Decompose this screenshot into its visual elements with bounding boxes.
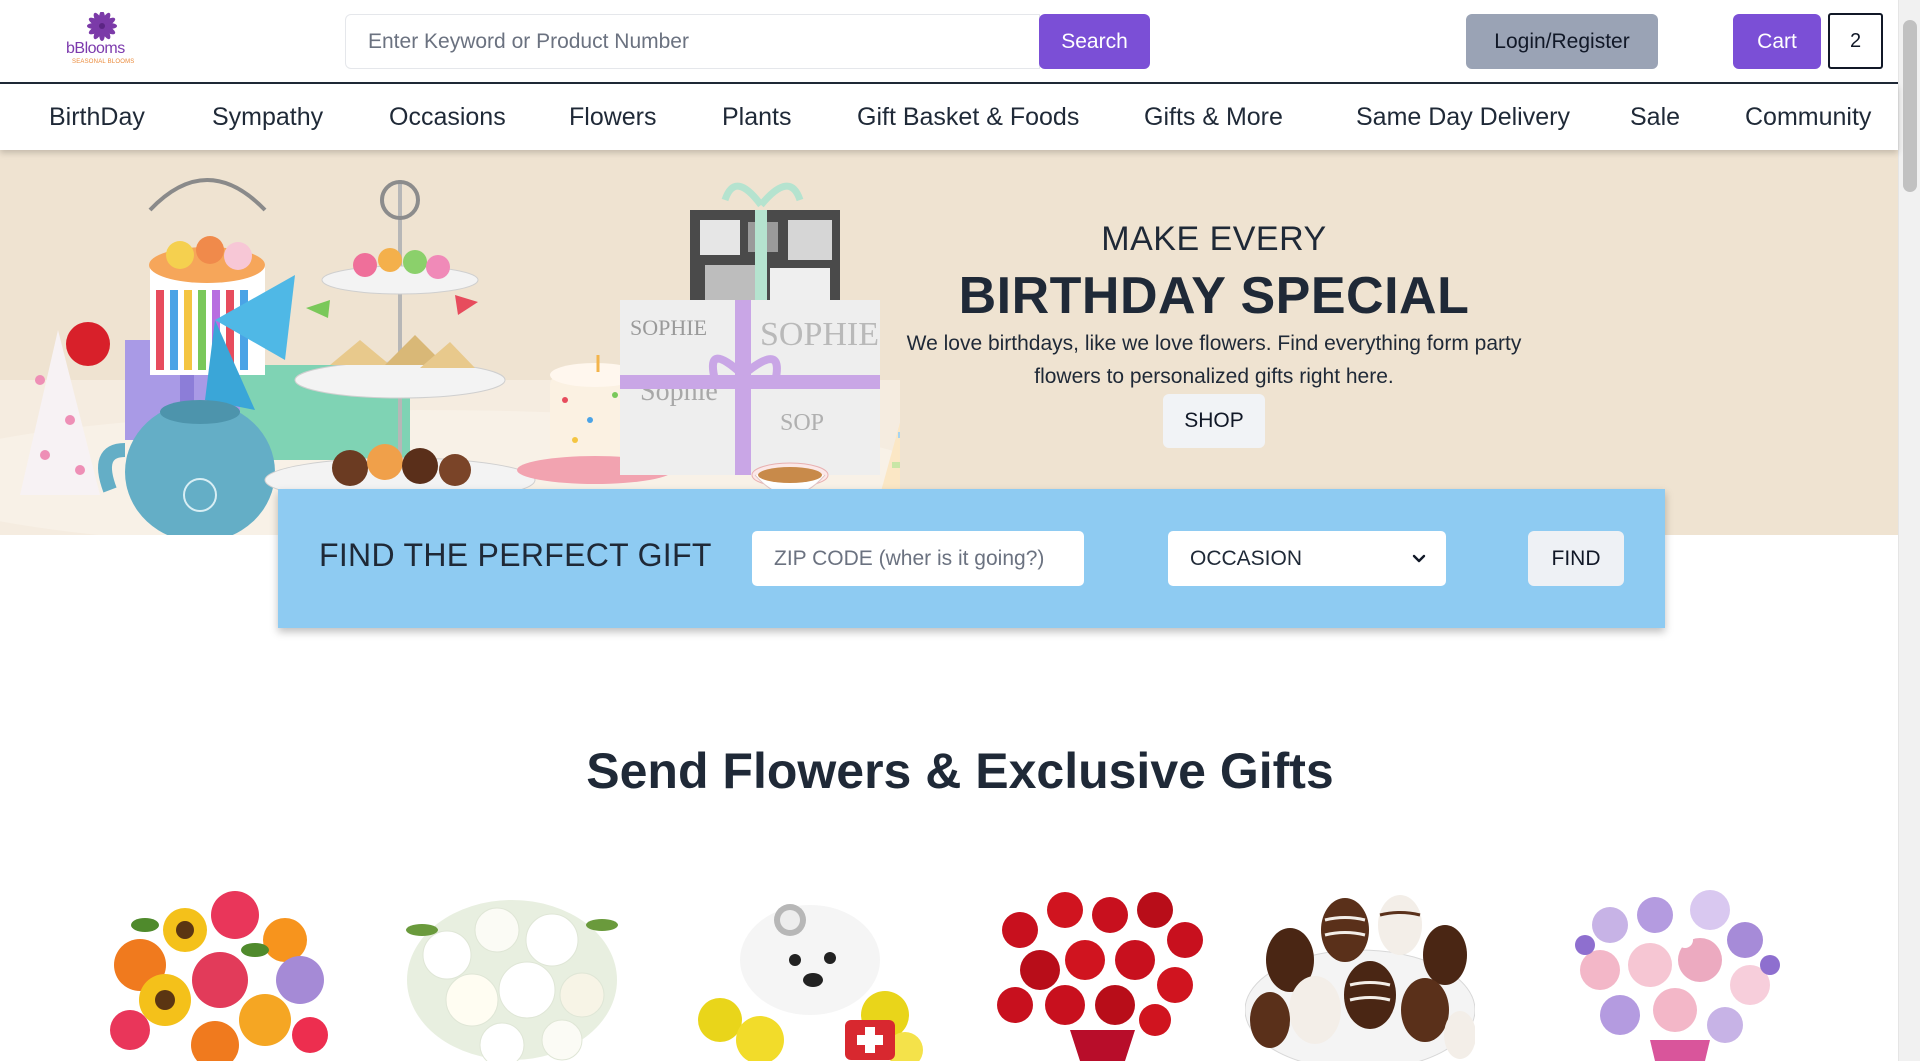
nav-item-sympathy[interactable]: Sympathy	[212, 84, 323, 150]
svg-text:SOPHIE: SOPHIE	[630, 315, 707, 340]
login-register-button[interactable]: Login/Register	[1466, 14, 1658, 69]
puppy-flower-arrangement-icon	[698, 904, 923, 1061]
hero-banner: SOPHIE SOPHIE Sophie SOP MAKE EVERY BIRT…	[0, 150, 1898, 535]
nav-item-gift-basket-foods[interactable]: Gift Basket & Foods	[857, 84, 1079, 150]
product-card-red-roses[interactable]	[985, 870, 1215, 1061]
product-card-pastel-bouquet[interactable]	[1565, 870, 1795, 1061]
nav-item-occasions[interactable]: Occasions	[389, 84, 506, 150]
product-card-puppy-arrangement[interactable]	[695, 870, 925, 1061]
occasion-select-value: OCCASION	[1190, 547, 1303, 570]
nav-item-flowers[interactable]: Flowers	[569, 84, 657, 150]
logo-tagline: SEASONAL BLOOMS	[72, 59, 135, 65]
product-card-chocolate-strawberries[interactable]	[1245, 870, 1475, 1061]
chocolate-strawberries-icon	[1245, 895, 1475, 1061]
find-button[interactable]: FIND	[1528, 531, 1624, 586]
site-logo[interactable]: bBlooms SEASONAL BLOOMS	[62, 12, 144, 68]
hero-description: We love birthdays, like we love flowers.…	[906, 332, 1522, 388]
nav-item-sale[interactable]: Sale	[1630, 84, 1680, 150]
search-input[interactable]	[345, 14, 1040, 69]
zip-code-input[interactable]	[752, 531, 1084, 586]
birthday-party-illustration: SOPHIE SOPHIE Sophie SOP	[0, 178, 900, 535]
mixed-bouquet-icon	[110, 891, 328, 1061]
svg-text:SOP: SOP	[780, 410, 824, 436]
red-roses-icon	[995, 892, 1210, 1061]
hero-title: BIRTHDAY SPECIAL	[958, 267, 1470, 325]
flower-logo-icon	[87, 12, 117, 41]
shop-button[interactable]: SHOP	[1163, 394, 1265, 448]
scrollbar-thumb[interactable]	[1903, 20, 1917, 192]
nav-item-gifts-more[interactable]: Gifts & More	[1144, 84, 1283, 150]
gift-finder: FIND THE PERFECT GIFT OCCASION FIND	[278, 489, 1665, 628]
svg-text:SOPHIE: SOPHIE	[760, 316, 879, 353]
logo-wordmark: bBlooms	[66, 40, 125, 57]
nav-item-same-day-delivery[interactable]: Same Day Delivery	[1356, 84, 1570, 150]
product-card-white-lily-bouquet[interactable]	[402, 870, 632, 1061]
hero-eyebrow: MAKE EVERY	[1101, 220, 1327, 258]
nav-item-community[interactable]: Community	[1745, 84, 1871, 150]
search-button[interactable]: Search	[1039, 14, 1150, 69]
site-header: bBlooms SEASONAL BLOOMS Search Login/Reg…	[0, 0, 1898, 84]
white-lily-bouquet-icon	[406, 900, 618, 1061]
main-navigation: BirthDay Sympathy Occasions Flowers Plan…	[0, 84, 1898, 150]
cart-button[interactable]: Cart	[1733, 14, 1821, 69]
gift-finder-title: FIND THE PERFECT GIFT	[319, 537, 712, 573]
pastel-bouquet-icon	[1575, 890, 1780, 1061]
chevron-down-icon	[1412, 554, 1426, 563]
nav-item-birthday[interactable]: BirthDay	[49, 84, 145, 150]
product-card-mixed-bouquet[interactable]	[105, 870, 335, 1061]
nav-item-plants[interactable]: Plants	[722, 84, 791, 150]
section-title: Send Flowers & Exclusive Gifts	[586, 743, 1334, 799]
occasion-select[interactable]: OCCASION	[1168, 531, 1446, 586]
cart-count-badge[interactable]: 2	[1828, 13, 1883, 69]
vertical-scrollbar[interactable]	[1898, 0, 1920, 1061]
